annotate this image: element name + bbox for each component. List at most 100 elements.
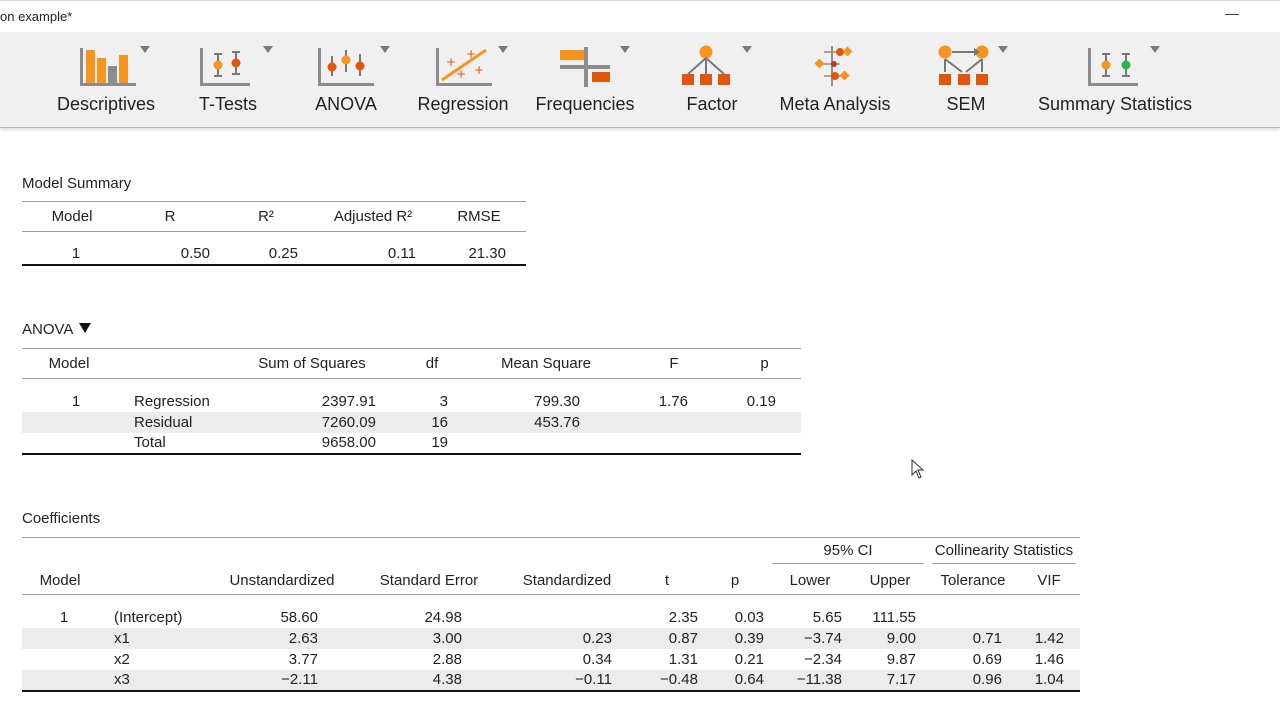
table-cell: 3.00 xyxy=(356,627,502,649)
anova-icon xyxy=(318,48,374,86)
table-row: x1 2.63 3.00 0.23 0.87 0.39 −3.74 9.00 0… xyxy=(22,627,1080,649)
table-cell: x1 xyxy=(98,627,208,649)
table-cell: 1.42 xyxy=(1018,627,1080,649)
coefficients-table: 95% CI Collinearity Statistics Model Uns… xyxy=(22,537,1080,692)
table-cell: −11.38 xyxy=(768,669,852,692)
table-row: 1 (Intercept) 58.60 24.98 2.35 0.03 5.65… xyxy=(22,595,1080,628)
table-cell: 1 xyxy=(59,608,69,626)
col-header: Unstandardized xyxy=(208,567,356,595)
table-cell xyxy=(928,595,1018,628)
table-cell: 1 xyxy=(22,231,122,266)
ribbon-sem-label: SEM xyxy=(946,94,986,114)
group-header-ci-label: 95% CI xyxy=(772,542,924,564)
col-header xyxy=(116,348,232,379)
table-cell: 0.39 xyxy=(702,627,768,649)
table-cell xyxy=(22,432,116,455)
collapse-toggle-icon[interactable] xyxy=(79,323,92,333)
ribbon-regression-button[interactable]: + + + + Regression xyxy=(414,42,512,122)
table-row: x3 −2.11 4.38 −0.11 −0.48 0.64 −11.38 7.… xyxy=(22,669,1080,692)
col-header: Standardized xyxy=(502,567,632,595)
table-row: Total 9658.00 19 xyxy=(22,432,801,455)
table-cell: 2.88 xyxy=(432,650,462,668)
ribbon-ttests-button[interactable]: T-Tests xyxy=(186,42,273,122)
chevron-down-icon xyxy=(742,46,752,53)
ribbon-ttests-label: T-Tests xyxy=(198,94,257,114)
svg-text:+: + xyxy=(456,67,466,81)
window-titlebar: on example* — xyxy=(0,0,1280,32)
ribbon-factor-button[interactable]: Factor xyxy=(676,42,752,122)
ribbon-meta-analysis-label: Meta Analysis xyxy=(779,94,891,114)
table-cell: 9658.00 xyxy=(232,432,392,455)
summary-statistics-icon xyxy=(1088,48,1138,86)
table-cell: −2.34 xyxy=(804,650,842,668)
ribbon-descriptives-button[interactable]: Descriptives xyxy=(52,42,160,122)
col-header: VIF xyxy=(1018,567,1080,595)
table-cell: x2 xyxy=(114,650,130,668)
table-cell: 0.34 xyxy=(582,650,612,668)
col-header: p xyxy=(702,567,768,595)
model-summary-table: Model R R² Adjusted R² RMSE 1 0.50 0.25 … xyxy=(22,201,526,266)
regression-icon: + + + + xyxy=(436,47,492,86)
table-cell: 19 xyxy=(392,432,472,455)
group-header-ci: 95% CI xyxy=(768,537,928,568)
ttests-icon xyxy=(200,48,250,86)
table-cell: 21.30 xyxy=(432,231,526,266)
col-header xyxy=(98,567,208,595)
table-cell: 1.04 xyxy=(1018,669,1080,692)
table-cell: 9.00 xyxy=(852,627,928,649)
table-row: Residual 7260.09 16 453.76 xyxy=(22,411,801,433)
table-cell: Total xyxy=(116,432,232,455)
table-cell: 2397.91 xyxy=(321,392,376,410)
factor-icon xyxy=(682,45,730,85)
svg-text:+: + xyxy=(474,63,484,77)
table-cell: x3 xyxy=(98,669,208,692)
anova-table: Model Sum of Squares df Mean Square F p … xyxy=(22,348,801,455)
chevron-down-icon xyxy=(380,46,390,53)
minimize-button[interactable]: — xyxy=(1222,5,1242,27)
table-cell: 7260.09 xyxy=(232,411,392,433)
col-header: R xyxy=(122,201,218,232)
table-cell: −0.48 xyxy=(632,669,702,692)
table-cell: 0.21 xyxy=(734,650,764,668)
chevron-down-icon xyxy=(140,46,150,53)
ribbon-summary-statistics-button[interactable]: Summary Statistics xyxy=(1034,42,1196,122)
table-cell: 111.55 xyxy=(872,608,916,626)
table-cell xyxy=(472,432,620,455)
ribbon-regression-label: Regression xyxy=(417,94,509,114)
table-cell: 0.23 xyxy=(502,627,632,649)
table-row: 1 0.50 0.25 0.11 21.30 xyxy=(22,231,526,266)
chevron-down-icon xyxy=(620,46,630,53)
table-cell: 24.98 xyxy=(424,608,462,626)
col-header: t xyxy=(632,567,702,595)
col-header: Mean Square xyxy=(472,348,620,379)
col-header-spacer xyxy=(22,537,768,568)
table-cell: 5.65 xyxy=(812,608,842,626)
table-cell: 0.11 xyxy=(314,231,432,266)
col-header: p xyxy=(728,348,801,379)
sem-icon xyxy=(938,45,989,85)
table-cell: Regression xyxy=(134,392,210,410)
table-cell: 1.31 xyxy=(668,650,698,668)
anova-title-text: ANOVA xyxy=(22,321,74,338)
table-cell xyxy=(22,627,98,649)
ribbon-anova-button[interactable]: ANOVA xyxy=(310,42,390,122)
ribbon-frequencies-button[interactable]: Frequencies xyxy=(534,42,636,122)
col-header: F xyxy=(620,348,728,379)
ribbon-sem-button[interactable]: SEM xyxy=(936,42,1008,122)
col-header: Model xyxy=(22,348,116,379)
col-header: Upper xyxy=(852,567,928,595)
table-cell: 0.69 xyxy=(972,650,1002,668)
col-header: R² xyxy=(218,201,314,232)
table-cell: 2.63 xyxy=(208,627,356,649)
col-header: Tolerance xyxy=(928,567,1018,595)
window-title: on example* xyxy=(0,9,73,24)
ribbon-meta-analysis-button[interactable]: Meta Analysis xyxy=(774,42,896,122)
mouse-pointer-icon xyxy=(911,459,925,479)
table-cell xyxy=(620,411,728,433)
svg-text:+: + xyxy=(446,55,456,69)
table-cell xyxy=(22,669,98,692)
col-header: Standard Error xyxy=(356,567,502,595)
col-header: RMSE xyxy=(432,201,526,232)
ribbon-factor-label: Factor xyxy=(686,94,738,114)
table-row: x2 3.77 2.88 0.34 1.31 0.21 −2.34 9.87 0… xyxy=(22,649,1080,670)
